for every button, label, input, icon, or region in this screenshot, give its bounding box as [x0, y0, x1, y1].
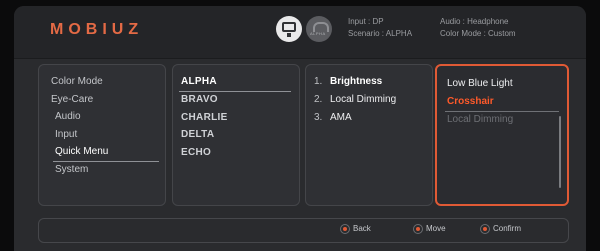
display-icon [276, 16, 302, 42]
input-status: Input : DP [348, 17, 384, 26]
menu-item-color-mode[interactable]: Color Mode [51, 76, 103, 87]
osd-header: MOBIUZ ALPHA Input : DP Scenario : ALPHA… [14, 6, 586, 59]
back-button[interactable]: Back [340, 224, 371, 234]
scenario-item-bravo[interactable]: BRAVO [181, 94, 218, 105]
option-selection-underline [445, 111, 559, 112]
joystick-icon [340, 224, 350, 234]
option-crosshair[interactable]: Crosshair [447, 96, 494, 107]
audio-status: Audio : Headphone [440, 17, 509, 26]
joystick-icon [480, 224, 490, 234]
option-low-blue-light[interactable]: Low Blue Light [447, 78, 513, 89]
scenario-item-echo[interactable]: ECHO [181, 147, 211, 158]
main-menu-panel: Color Mode Eye-Care Audio Input Quick Me… [38, 64, 166, 206]
slot-label: Local Dimming [330, 94, 397, 105]
scenario-item-delta[interactable]: DELTA [181, 129, 214, 140]
scenario-panel: ALPHA BRAVO CHARLIE DELTA ECHO [172, 64, 300, 206]
slot-label: AMA [330, 112, 352, 123]
scenario-selection-underline [179, 91, 291, 92]
slot-number: 3. [314, 112, 323, 123]
confirm-button[interactable]: Confirm [480, 224, 521, 234]
move-label: Move [426, 224, 446, 234]
options-scrollbar[interactable] [559, 116, 561, 188]
move-button[interactable]: Move [413, 224, 446, 234]
osd-footer: Back Move Confirm [38, 218, 569, 243]
slot-number: 2. [314, 94, 323, 105]
scenario-item-alpha[interactable]: ALPHA [181, 76, 217, 87]
slot-number: 1. [314, 76, 323, 87]
quick-menu-slot-3[interactable]: 3. AMA [314, 112, 352, 123]
menu-item-audio[interactable]: Audio [55, 111, 81, 122]
menu-item-input[interactable]: Input [55, 129, 77, 140]
color-mode-status: Color Mode : Custom [440, 29, 516, 38]
scenario-status: Scenario : ALPHA [348, 29, 413, 38]
slot-options-panel: Low Blue Light Crosshair Local Dimming [435, 64, 569, 206]
scenario-icon: ALPHA [306, 16, 332, 42]
quick-menu-slots-panel: 1. Brightness 2. Local Dimming 3. AMA [305, 64, 433, 206]
menu-item-quick-menu[interactable]: Quick Menu [55, 146, 108, 157]
quick-menu-slot-2[interactable]: 2. Local Dimming [314, 94, 396, 105]
scenario-icon-text: ALPHA [310, 31, 326, 36]
scenario-item-charlie[interactable]: CHARLIE [181, 112, 228, 123]
brand-logo: MOBIUZ [50, 21, 144, 38]
confirm-label: Confirm [493, 224, 522, 234]
joystick-icon [413, 224, 423, 234]
quick-menu-slot-1[interactable]: 1. Brightness [314, 76, 382, 87]
osd-window: MOBIUZ ALPHA Input : DP Scenario : ALPHA… [14, 6, 586, 251]
menu-item-system[interactable]: System [55, 164, 88, 175]
selection-underline [53, 161, 159, 162]
back-label: Back [353, 224, 371, 234]
menu-item-eye-care[interactable]: Eye-Care [51, 94, 93, 105]
option-local-dimming: Local Dimming [447, 114, 514, 125]
slot-label: Brightness [330, 76, 383, 87]
